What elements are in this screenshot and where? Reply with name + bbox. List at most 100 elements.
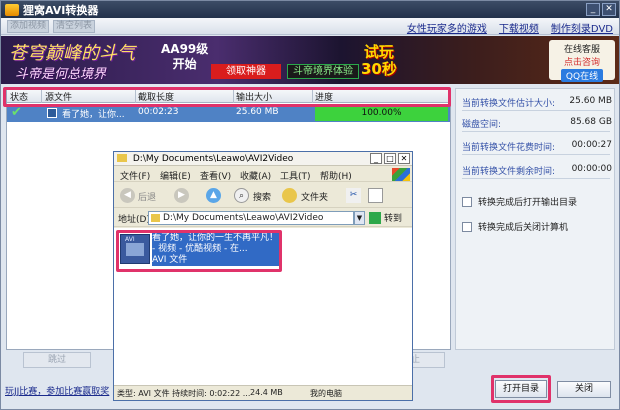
row-duration: 00:02:23 — [138, 107, 179, 117]
address-dropdown-icon[interactable]: ▼ — [354, 211, 365, 225]
explorer-close-button[interactable]: ✕ — [398, 153, 410, 164]
jj-match-link[interactable]: 玩JJ比赛，参加比赛赢取奖 — [5, 384, 109, 397]
banner-trial[interactable]: 试玩 30秒 — [361, 44, 397, 78]
banner-support-box[interactable]: 在线客服 点击咨询 QQ在线 — [549, 40, 615, 82]
menu-tools[interactable]: 工具(T) — [280, 169, 311, 182]
open-output-label: 转换完成后打开输出目录 — [478, 198, 578, 208]
address-folder-icon — [151, 214, 160, 222]
banner-subline: 斗帝是何总境界 — [15, 67, 107, 82]
done-check-icon: ✔ — [11, 105, 22, 120]
stat-time-spent: 当前转换文件花费时间: 00:00:27 — [462, 140, 612, 153]
games-link[interactable]: 女性玩家多的游戏 — [407, 20, 487, 35]
folders-icon[interactable] — [282, 188, 297, 203]
menu-view[interactable]: 查看(V) — [200, 169, 231, 182]
banner-promo: AA99级 开始 — [161, 42, 208, 72]
film-icon — [47, 108, 57, 118]
qq-online-button[interactable]: QQ在线 — [560, 69, 604, 82]
row-file: 看了她，让你... — [62, 110, 125, 120]
shutdown-option[interactable]: 转换完成后关闭计算机 — [462, 220, 568, 233]
address-label: 地址(D) — [118, 215, 150, 225]
stat-label: 当前转换文件估计大小: — [462, 99, 556, 109]
open-folder-highlight-box — [491, 375, 551, 403]
address-bar: 地址(D) D:\My Documents\Leawo\AVI2Video ▼ … — [114, 209, 412, 227]
back-label[interactable]: 后退 — [138, 190, 156, 203]
title-bar: 狸窝AVI转换器 _ ✕ — [1, 1, 619, 18]
explorer-window: D:\My Documents\Leawo\AVI2Video _ □ ✕ 文件… — [113, 151, 413, 401]
menu-help[interactable]: 帮助(H) — [320, 169, 352, 182]
open-output-checkbox[interactable] — [462, 196, 472, 207]
banner-promo-line1: AA99级 — [161, 42, 209, 56]
go-button[interactable]: 转到 — [369, 211, 402, 224]
explorer-minimize-button[interactable]: _ — [370, 153, 382, 164]
copy-icon[interactable] — [368, 188, 383, 203]
top-links: 女性玩家多的游戏 下载视频 制作刻录DVD — [407, 20, 613, 35]
explorer-window-controls: _ □ ✕ — [370, 153, 410, 164]
go-label: 转到 — [384, 214, 403, 224]
row-size: 25.60 MB — [236, 107, 279, 117]
close-window-button[interactable]: ✕ — [602, 3, 616, 16]
stat-disk-space: 磁盘空间: 85.68 GB — [462, 117, 612, 130]
status-size: 24.4 MB — [250, 388, 283, 397]
explorer-toolbar: ◀ 后退 ▶ ▲ ⌕ 搜索 文件夹 ✂ — [114, 183, 412, 208]
stat-value: 00:00:00 — [571, 164, 612, 174]
skip-button[interactable]: 跳过 — [23, 352, 91, 368]
stat-time-remaining: 当前转换文件剩余时间: 00:00:00 — [462, 164, 612, 177]
row-progress: 100.00% — [315, 106, 448, 121]
file-highlight-box — [116, 230, 282, 272]
clear-list-button[interactable]: 清空列表 — [53, 20, 95, 33]
support-consult: 点击咨询 — [563, 58, 600, 68]
shutdown-checkbox[interactable] — [462, 221, 472, 232]
app-title: 狸窝AVI转换器 — [23, 3, 99, 17]
banner-headline: 苍穹巅峰的斗气 — [9, 43, 135, 64]
search-icon[interactable]: ⌕ — [234, 188, 249, 203]
stat-estimated-size: 当前转换文件估计大小: 25.60 MB — [462, 96, 612, 109]
menu-favorites[interactable]: 收藏(A) — [240, 169, 271, 182]
up-folder-icon[interactable]: ▲ — [206, 188, 221, 203]
banner-trial-line2: 30秒 — [361, 60, 397, 78]
status-location: 我的电脑 — [310, 389, 342, 398]
address-value: D:\My Documents\Leawo\AVI2Video — [163, 213, 324, 223]
window-controls: _ ✕ — [586, 3, 616, 16]
explorer-maximize-button[interactable]: □ — [384, 153, 396, 164]
explorer-menu-bar: 文件(F) 编辑(E) 查看(V) 收藏(A) 工具(T) 帮助(H) — [114, 167, 412, 182]
banner-experience-button[interactable]: 斗帝境界体验 — [287, 64, 359, 79]
address-field[interactable]: D:\My Documents\Leawo\AVI2Video — [148, 211, 354, 225]
stat-label: 当前转换文件剩余时间: — [462, 167, 556, 177]
app-logo-icon — [5, 3, 19, 16]
toolbar: 添加视频 清空列表 女性玩家多的游戏 下载视频 制作刻录DVD — [1, 18, 619, 35]
folder-icon — [117, 154, 127, 162]
add-video-button[interactable]: 添加视频 — [7, 20, 49, 33]
open-output-option[interactable]: 转换完成后打开输出目录 — [462, 195, 577, 208]
explorer-title: D:\My Documents\Leawo\AVI2Video — [132, 154, 294, 164]
explorer-title-bar: D:\My Documents\Leawo\AVI2Video _ □ ✕ — [114, 152, 412, 166]
stats-panel: 当前转换文件估计大小: 25.60 MB 磁盘空间: 85.68 GB 当前转换… — [455, 88, 615, 350]
folders-label[interactable]: 文件夹 — [301, 190, 328, 203]
banner-promo-line2: 开始 — [172, 57, 197, 71]
support-title: 在线客服 — [563, 45, 600, 55]
forward-arrow-icon[interactable]: ▶ — [174, 188, 189, 203]
row-highlight-box — [3, 87, 451, 107]
menu-file[interactable]: 文件(F) — [120, 169, 150, 182]
stat-value: 85.68 GB — [570, 117, 612, 127]
minimize-button[interactable]: _ — [586, 3, 600, 16]
menu-edit[interactable]: 编辑(E) — [160, 169, 191, 182]
stat-label: 磁盘空间: — [462, 120, 502, 130]
cut-icon[interactable]: ✂ — [346, 188, 361, 203]
windows-logo-icon — [392, 168, 410, 181]
stat-value: 25.60 MB — [569, 96, 612, 106]
search-label[interactable]: 搜索 — [253, 190, 271, 203]
banner-claim-button[interactable]: 领取神器 — [211, 64, 281, 79]
burn-dvd-link[interactable]: 制作刻录DVD — [551, 20, 613, 35]
banner-trial-line1: 试玩 — [363, 43, 394, 61]
back-arrow-icon[interactable]: ◀ — [120, 188, 135, 203]
go-arrow-icon — [369, 211, 381, 224]
table-row[interactable]: ✔ 看了她，让你... 00:02:23 25.60 MB 100.00% — [7, 105, 450, 122]
download-video-link[interactable]: 下载视频 — [499, 20, 539, 35]
stat-value: 00:00:27 — [571, 140, 612, 150]
explorer-status-bar: 类型: AVI 文件 持续时间: 0:02:22 ... 24.4 MB 我的电… — [114, 385, 412, 400]
status-type: 类型: AVI 文件 持续时间: 0:02:22 ... — [117, 389, 251, 398]
shutdown-label: 转换完成后关闭计算机 — [478, 223, 569, 233]
close-button[interactable]: 关闭 — [557, 381, 611, 398]
ad-banner[interactable]: 苍穹巅峰的斗气 斗帝是何总境界 AA99级 开始 领取神器 斗帝境界体验 试玩 … — [1, 36, 619, 84]
stat-label: 当前转换文件花费时间: — [462, 143, 556, 153]
